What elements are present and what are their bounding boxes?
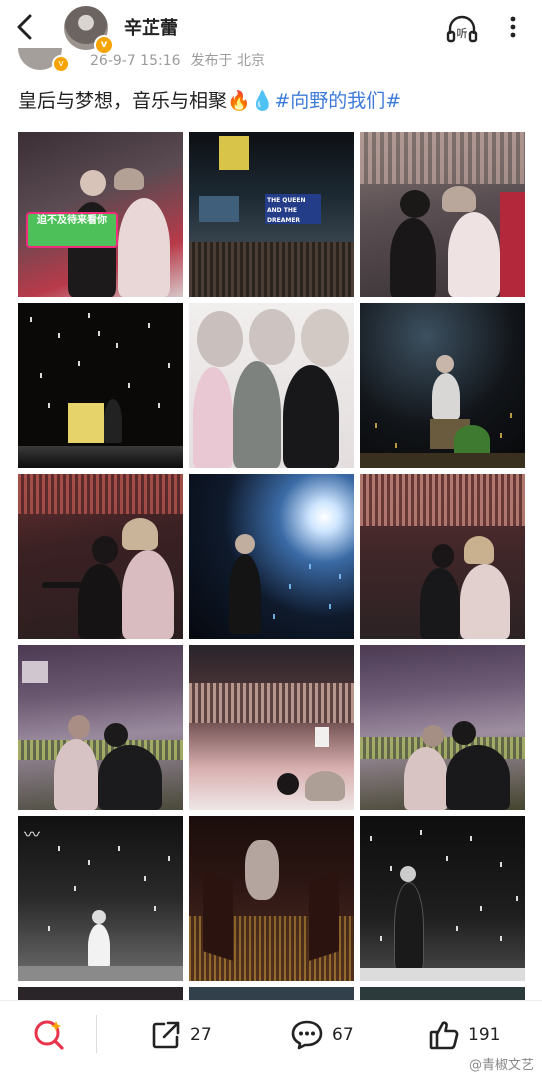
thumbs-up-icon — [429, 1021, 459, 1050]
chevron-left-icon — [17, 14, 32, 40]
photo-15[interactable] — [360, 816, 525, 981]
post-date: 26-9-7 15:16 — [90, 53, 181, 69]
post-location: 发布于 北京 — [190, 53, 265, 69]
photo-6[interactable] — [360, 303, 525, 468]
more-options-button[interactable] — [498, 12, 528, 42]
listen-button[interactable]: 听 — [446, 14, 478, 44]
piano — [68, 403, 104, 443]
photo-2[interactable]: THE QUEEN AND THE DREAMER — [189, 132, 354, 297]
bottom-action-bar: 27 67 191 — [0, 1000, 542, 1081]
photo-10[interactable] — [18, 645, 183, 810]
fan-sign: 迫不及待来看你 — [26, 212, 118, 248]
photo-5[interactable] — [189, 303, 354, 468]
headphones-icon: 听 — [446, 15, 478, 43]
search-sparkle-icon — [34, 1020, 64, 1050]
photo-grid: 迫不及待来看你 THE QUEEN AND THE DREAMER 〰 — [18, 132, 525, 1000]
repost-count: 27 — [190, 1025, 212, 1045]
like-button[interactable]: 191 — [428, 1017, 500, 1053]
comment-button[interactable]: 67 — [290, 1017, 354, 1053]
photo-4[interactable] — [18, 303, 183, 468]
photo-3[interactable] — [360, 132, 525, 297]
photo-17-partial[interactable] — [189, 987, 354, 1000]
photo-13[interactable]: 〰 — [18, 816, 183, 981]
like-count: 191 — [468, 1025, 501, 1045]
post-text-main: 皇后与梦想，音乐与相聚 — [18, 90, 228, 112]
photo-14[interactable] — [189, 816, 354, 981]
calligraphy-mark: 〰 — [24, 825, 41, 844]
action-divider — [96, 1015, 97, 1053]
fire-emoji-icon: 🔥 — [227, 90, 251, 112]
topic-link[interactable]: #向野的我们# — [274, 90, 401, 112]
share-icon — [152, 1021, 180, 1049]
photo-1[interactable]: 迫不及待来看你 — [18, 132, 183, 297]
photo-16-partial[interactable] — [18, 987, 183, 1000]
more-dots-icon — [510, 16, 516, 38]
comment-count: 67 — [332, 1025, 354, 1045]
back-button[interactable] — [10, 12, 40, 42]
post-text: 皇后与梦想，音乐与相聚🔥💧#向野的我们# — [18, 86, 401, 113]
repost-button[interactable]: 27 — [150, 1017, 212, 1053]
photo-12[interactable] — [360, 645, 525, 810]
photo-18-partial[interactable] — [360, 987, 525, 1000]
photo-7[interactable] — [18, 474, 183, 639]
watermark: @青椒文艺 — [468, 1058, 534, 1073]
photo-9[interactable] — [360, 474, 525, 639]
stage-screen-text: THE QUEEN AND THE DREAMER — [265, 194, 321, 224]
username[interactable]: 辛芷蕾 — [124, 14, 178, 40]
droplet-emoji-icon: 💧 — [250, 90, 275, 112]
search-button[interactable] — [32, 1017, 66, 1053]
listen-label: 听 — [457, 27, 468, 40]
post-meta: 26-9-7 15:16 发布于 北京 — [90, 50, 275, 70]
post-verified-badge-icon: v — [52, 55, 70, 73]
top-bar: v 辛芷蕾 听 — [0, 0, 542, 56]
photo-11[interactable] — [189, 645, 354, 810]
photo-8[interactable] — [189, 474, 354, 639]
comment-icon — [291, 1020, 323, 1050]
big-screen — [245, 840, 279, 900]
